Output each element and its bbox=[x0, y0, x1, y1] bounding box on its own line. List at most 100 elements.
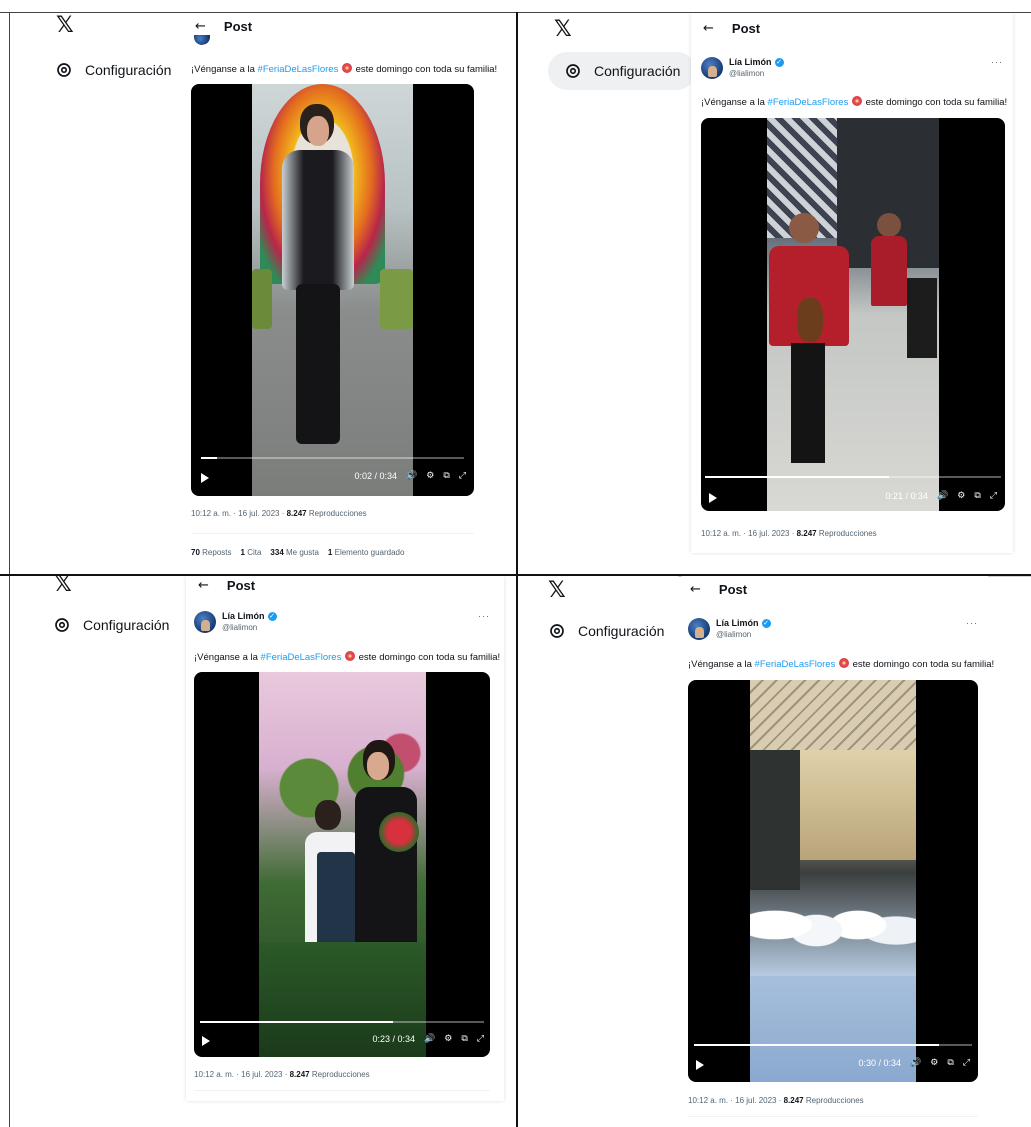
play-icon[interactable] bbox=[201, 473, 209, 483]
volume-icon[interactable]: 🔊 bbox=[424, 1034, 435, 1044]
more-options-icon[interactable]: ··· bbox=[478, 611, 490, 621]
video-progress-fill bbox=[694, 1044, 939, 1046]
hashtag-link[interactable]: #FeriaDeLasFlores bbox=[755, 659, 836, 670]
more-options-icon[interactable]: ··· bbox=[966, 618, 978, 628]
pip-icon[interactable]: ⧉ bbox=[461, 1034, 467, 1044]
tweet-text: ¡Vénganse a la #FeriaDeLasFlores este do… bbox=[194, 651, 501, 663]
video-settings-icon[interactable]: ⚙ bbox=[426, 471, 434, 481]
hashtag-link[interactable]: #FeriaDeLasFlores bbox=[261, 652, 342, 663]
pip-icon[interactable]: ⧉ bbox=[974, 491, 980, 501]
divider bbox=[688, 1116, 978, 1117]
back-arrow-icon[interactable]: ← bbox=[690, 582, 701, 597]
author-name[interactable]: Lía Limón ✓ bbox=[222, 611, 277, 622]
video-progress-fill bbox=[201, 457, 217, 459]
volume-icon[interactable]: 🔊 bbox=[406, 471, 417, 481]
avatar[interactable] bbox=[701, 57, 723, 79]
post-title: Post bbox=[718, 582, 748, 597]
settings-label: Configuración bbox=[85, 62, 172, 78]
gear-icon bbox=[55, 618, 69, 632]
post-title: Post bbox=[226, 578, 256, 593]
post-header: ← Post bbox=[195, 19, 252, 34]
divider bbox=[191, 533, 474, 534]
post-meta: 10:12 a. m. · 16 jul. 2023 · 8.247 Repro… bbox=[191, 509, 367, 518]
video-progress-bar[interactable] bbox=[694, 1044, 972, 1046]
flower-emoji-icon bbox=[851, 96, 862, 106]
play-icon[interactable] bbox=[202, 1036, 210, 1046]
video-frame bbox=[252, 84, 413, 496]
back-arrow-icon[interactable]: ← bbox=[195, 19, 206, 34]
avatar[interactable] bbox=[688, 618, 710, 640]
settings-label: Configuración bbox=[578, 623, 665, 639]
views-count: 8.247 bbox=[783, 1096, 804, 1105]
hashtag-link[interactable]: #FeriaDeLasFlores bbox=[258, 64, 339, 75]
video-progress-bar[interactable] bbox=[705, 476, 1001, 478]
dancers bbox=[750, 870, 916, 980]
video-player[interactable]: 0:30 / 0:34 🔊 ⚙ ⧉ ⤢ bbox=[688, 680, 978, 1082]
back-arrow-icon[interactable]: ← bbox=[703, 21, 714, 36]
pip-icon[interactable]: ⧉ bbox=[443, 471, 449, 481]
post-meta: 10:12 a. m. · 16 jul. 2023 · 8.247 Repro… bbox=[701, 529, 877, 538]
fullscreen-icon[interactable]: ⤢ bbox=[459, 471, 466, 481]
video-player[interactable]: 0:02 / 0:34 🔊 ⚙ ⧉ ⤢ bbox=[191, 84, 474, 496]
avatar[interactable] bbox=[194, 611, 216, 633]
stat-reposts[interactable]: 70 Reposts bbox=[191, 548, 232, 557]
video-time: 0:21 / 0:34 bbox=[885, 491, 929, 501]
x-logo-icon[interactable]: 𝕏 bbox=[548, 578, 566, 603]
video-progress-bar[interactable] bbox=[200, 1021, 484, 1023]
fullscreen-icon[interactable]: ⤢ bbox=[963, 1058, 970, 1068]
video-settings-icon[interactable]: ⚙ bbox=[957, 491, 965, 501]
stat-likes[interactable]: 334 Me gusta bbox=[270, 548, 319, 557]
post-meta: 10:12 a. m. · 16 jul. 2023 · 8.247 Repro… bbox=[688, 1096, 864, 1105]
author-handle[interactable]: @lialimon bbox=[222, 622, 277, 633]
video-progress-fill bbox=[200, 1021, 394, 1023]
video-settings-icon[interactable]: ⚙ bbox=[930, 1058, 938, 1068]
video-frame bbox=[750, 680, 916, 1082]
settings-label: Configuración bbox=[83, 617, 170, 633]
fullscreen-icon[interactable]: ⤢ bbox=[990, 491, 997, 501]
x-logo-icon[interactable]: 𝕏 bbox=[56, 13, 74, 38]
settings-link[interactable]: Configuración bbox=[548, 622, 664, 640]
post-title: Post bbox=[223, 19, 253, 34]
author: Lía Limón ✓ @lialimon bbox=[688, 618, 771, 640]
hashtag-link[interactable]: #FeriaDeLasFlores bbox=[768, 97, 849, 108]
video-player[interactable]: 0:21 / 0:34 🔊 ⚙ ⧉ ⤢ bbox=[701, 118, 1005, 511]
video-frame bbox=[259, 672, 426, 1057]
stat-quotes[interactable]: 1 Cita bbox=[241, 548, 262, 557]
x-logo-icon[interactable]: 𝕏 bbox=[554, 17, 572, 42]
flower-emoji-icon bbox=[344, 651, 355, 661]
video-settings-icon[interactable]: ⚙ bbox=[444, 1034, 452, 1044]
settings-link[interactable]: Configuración bbox=[53, 616, 169, 634]
settings-link[interactable]: Configuración bbox=[55, 61, 171, 79]
back-arrow-icon[interactable]: ← bbox=[198, 578, 209, 593]
play-icon[interactable] bbox=[709, 493, 717, 503]
settings-label: Configuración bbox=[594, 63, 681, 79]
settings-link[interactable]: Configuración bbox=[548, 52, 697, 90]
video-time: 0:23 / 0:34 bbox=[372, 1034, 416, 1044]
stat-bookmarks[interactable]: 1 Elemento guardado bbox=[328, 548, 405, 557]
flower-emoji-icon bbox=[838, 658, 849, 668]
author-handle[interactable]: @lialimon bbox=[729, 68, 784, 79]
video-controls-right: 0:30 / 0:34 🔊 ⚙ ⧉ ⤢ bbox=[859, 1058, 970, 1068]
pip-icon[interactable]: ⧉ bbox=[947, 1058, 953, 1068]
post-header: ← Post bbox=[703, 21, 760, 36]
post-title: Post bbox=[731, 21, 761, 36]
fullscreen-icon[interactable]: ⤢ bbox=[477, 1034, 484, 1044]
video-time: 0:02 / 0:34 bbox=[354, 471, 398, 481]
views-count: 8.247 bbox=[796, 529, 817, 538]
author-name[interactable]: Lía Limón ✓ bbox=[729, 57, 784, 68]
musician-1 bbox=[789, 213, 819, 243]
video-player[interactable]: 0:23 / 0:34 🔊 ⚙ ⧉ ⤢ bbox=[194, 672, 490, 1057]
more-options-icon[interactable]: ··· bbox=[991, 57, 1003, 67]
author-name[interactable]: Lía Limón ✓ bbox=[716, 618, 771, 629]
volume-icon[interactable]: 🔊 bbox=[937, 491, 948, 501]
avatar[interactable] bbox=[194, 35, 210, 45]
post-column: ← Post Lía Limón ✓ @lialimon ··· ¡Véngans… bbox=[691, 13, 1013, 553]
video-controls-right: 0:21 / 0:34 🔊 ⚙ ⧉ ⤢ bbox=[886, 491, 997, 501]
play-icon[interactable] bbox=[696, 1060, 704, 1070]
x-logo-icon[interactable]: 𝕏 bbox=[54, 576, 72, 597]
video-progress-bar[interactable] bbox=[201, 457, 464, 459]
stage-roof bbox=[750, 680, 916, 750]
volume-icon[interactable]: 🔊 bbox=[910, 1058, 921, 1068]
views-count: 8.247 bbox=[286, 509, 307, 518]
author-handle[interactable]: @lialimon bbox=[716, 629, 771, 640]
